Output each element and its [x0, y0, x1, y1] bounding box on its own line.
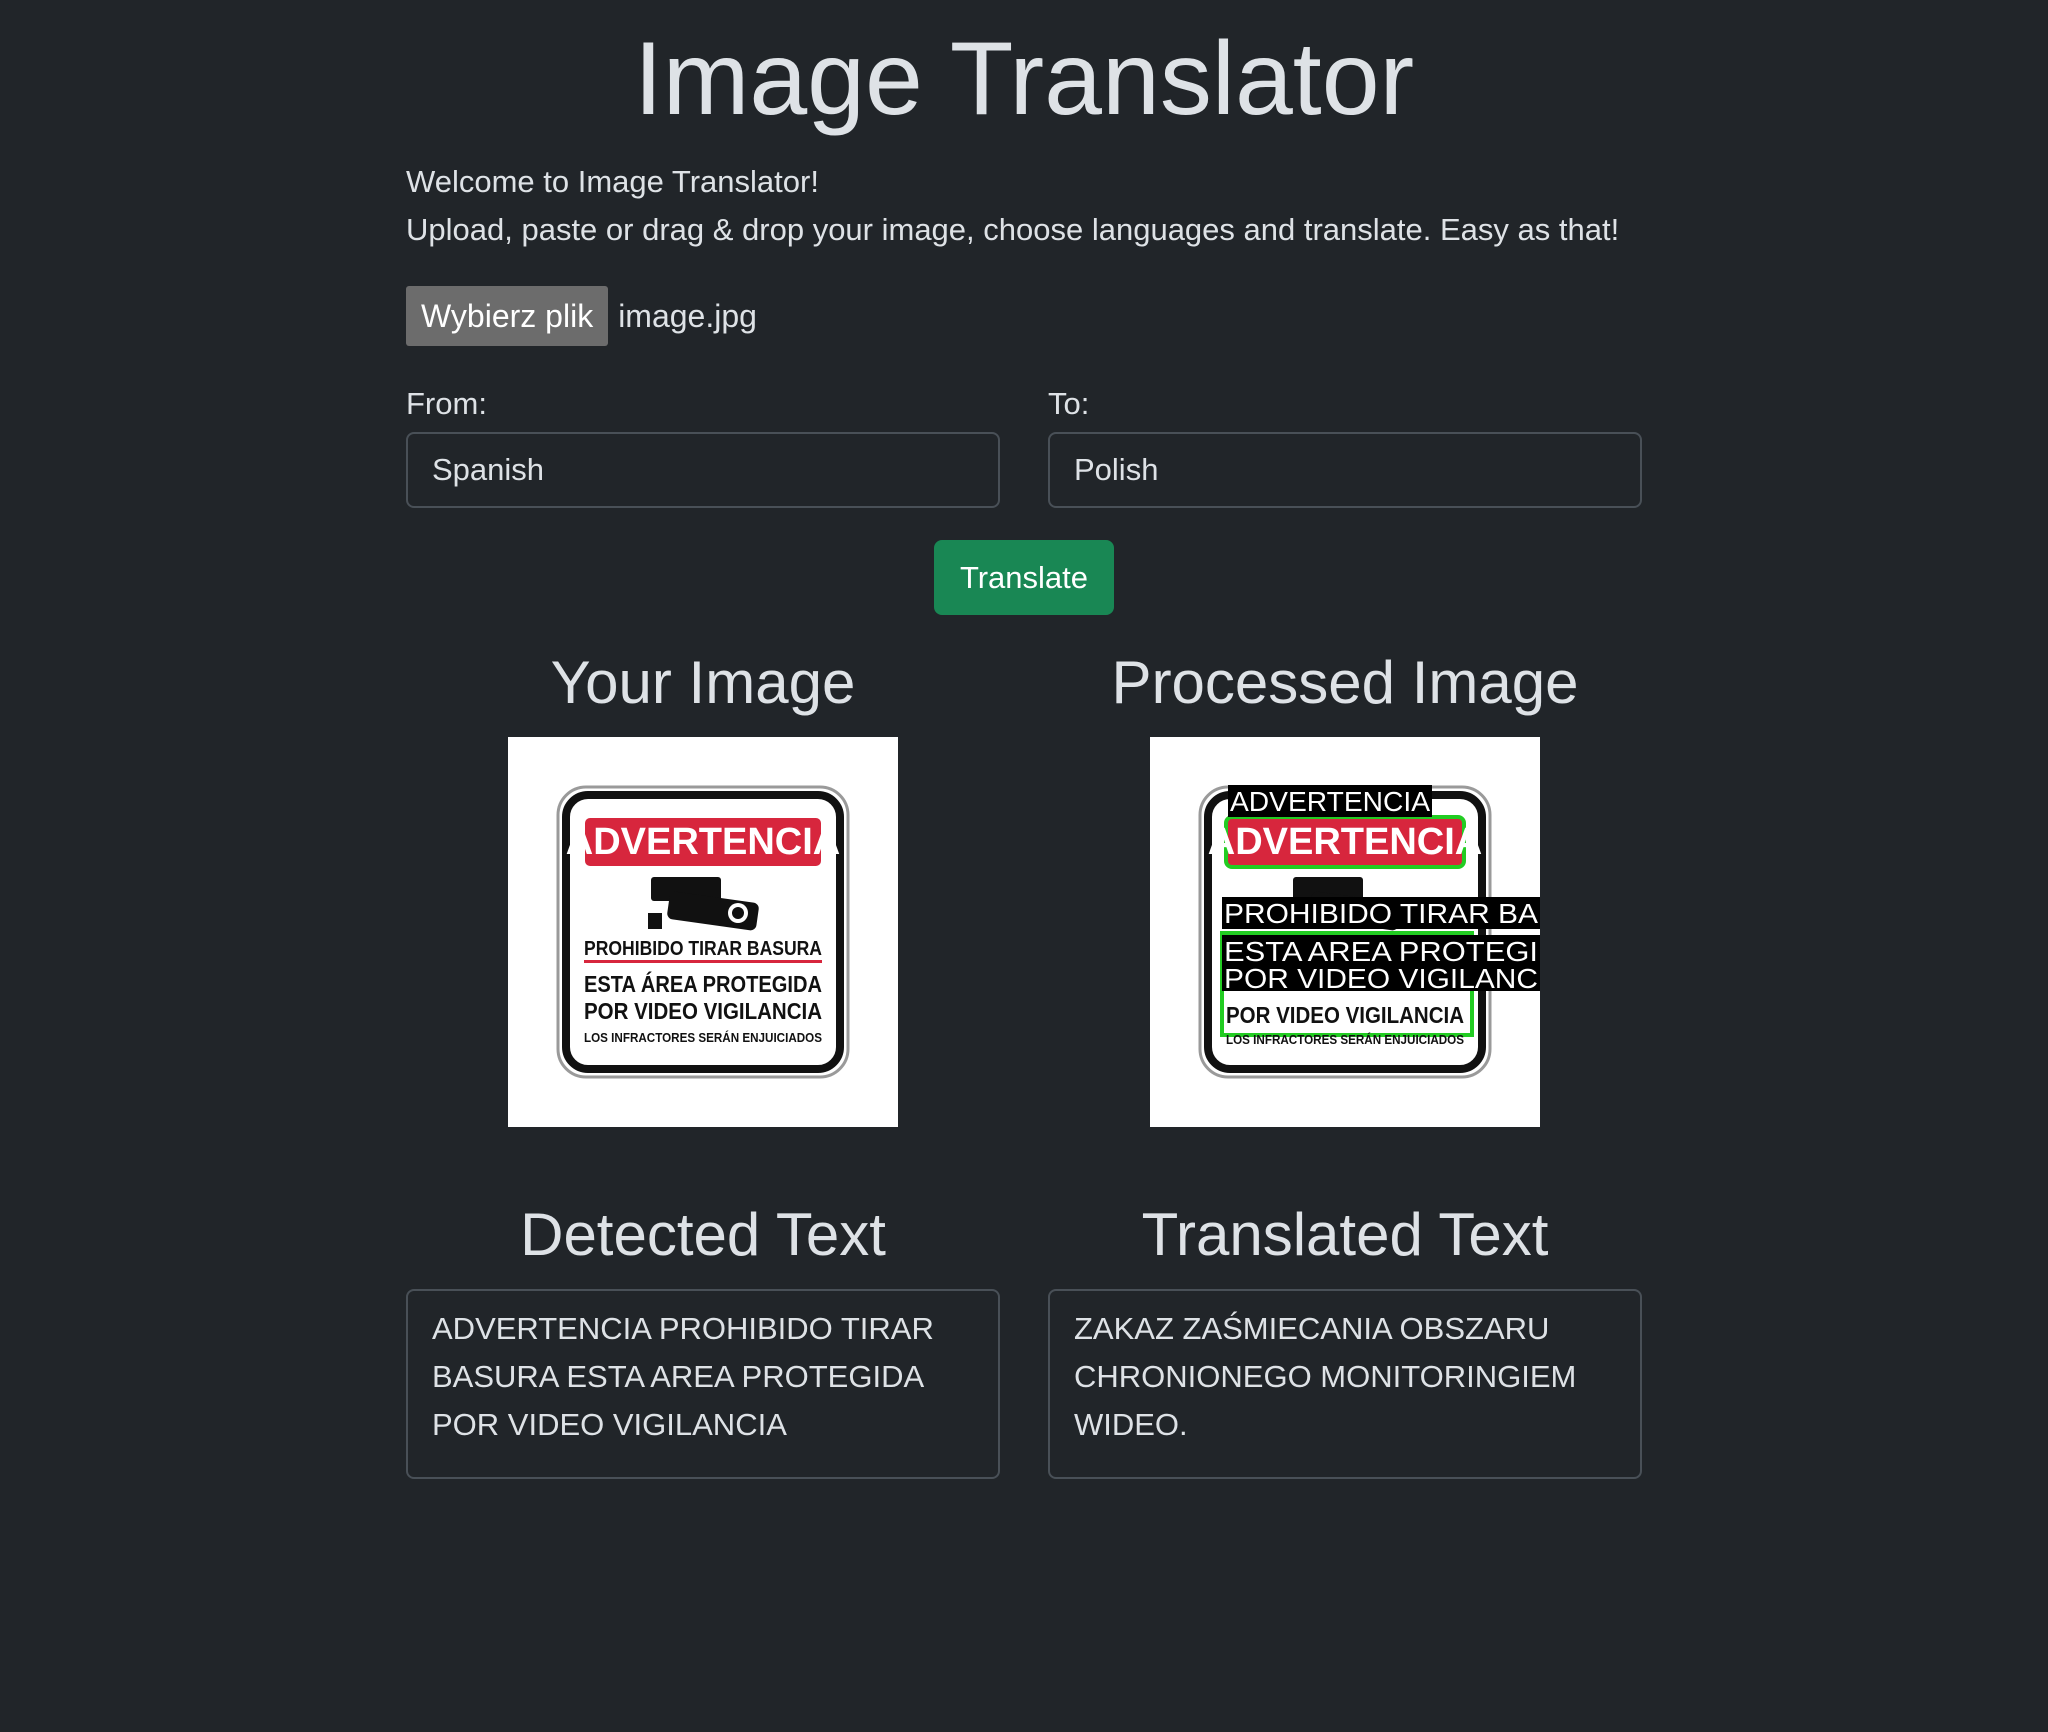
instructions-text: Upload, paste or drag & drop your image,… — [406, 212, 1620, 247]
detected-text-area[interactable]: ADVERTENCIA PROHIBIDO TIRAR BASURA ESTA … — [406, 1289, 1000, 1479]
sign-line-3: POR VIDEO VIGILANCIA — [584, 998, 822, 1024]
page-title: Image Translator — [633, 21, 1415, 137]
processed-sign-line-3: POR VIDEO VIGILANCIA — [1226, 1002, 1464, 1028]
sign-line-2: ESTA ÁREA PROTEGIDA — [584, 970, 822, 997]
translated-text-title: Translated Text — [1141, 1201, 1549, 1268]
to-language-group: To: Polish — [1048, 384, 1642, 508]
translate-button[interactable]: Translate — [933, 540, 1115, 615]
welcome-text: Welcome to Image Translator! — [406, 164, 819, 199]
from-language-value: Spanish — [432, 452, 545, 487]
image-panels: Your Image ADVERTENCIA PROHIBIDO TIRAR B… — [406, 651, 1642, 1127]
app-container: Image Translator Welcome to Image Transl… — [406, 0, 1642, 1479]
sign-image: ADVERTENCIA PROHIBIDO TIRAR BASURA ESTA … — [556, 785, 850, 1079]
processed-image: ADVERTENCIA POR VIDEO VIGILANCIA LOS INF… — [1150, 737, 1540, 1127]
translated-text-panel: Translated Text ZAKAZ ZAŚMIECANIA OBSZAR… — [1048, 1163, 1642, 1479]
detected-text-title: Detected Text — [520, 1201, 886, 1268]
processed-image-title: Processed Image — [1111, 649, 1579, 716]
processed-image-panel: Processed Image ADVERTENCIA POR VIDEO VI… — [1048, 651, 1642, 1127]
choose-file-button[interactable]: Wybierz plik — [406, 286, 609, 346]
intro: Welcome to Image Translator! Upload, pas… — [406, 158, 1642, 254]
to-label: To: — [1048, 386, 1090, 421]
overlay-text-4: POR VIDEO VIGILANC — [1224, 963, 1538, 994]
processed-sign-line-4: LOS INFRACTORES SERÁN ENJUICIADOS — [1226, 1032, 1464, 1047]
text-panels: Detected Text ADVERTENCIA PROHIBIDO TIRA… — [406, 1163, 1642, 1479]
sign-line-4: LOS INFRACTORES SERÁN ENJUICIADOS — [584, 1030, 822, 1045]
sign-header: ADVERTENCIA — [566, 821, 840, 863]
to-language-value: Polish — [1074, 452, 1159, 487]
translated-text-area[interactable]: ZAKAZ ZAŚMIECANIA OBSZARU CHRONIONEGO MO… — [1048, 1289, 1642, 1479]
language-row: From: Spanish To: Polish — [406, 384, 1642, 508]
original-image-title: Your Image — [550, 649, 856, 716]
to-language-select[interactable]: Polish — [1048, 432, 1642, 508]
processed-sign-image: ADVERTENCIA POR VIDEO VIGILANCIA LOS INF… — [1198, 785, 1540, 1079]
overlay-text-1: ADVERTENCIA — [1230, 786, 1430, 817]
original-image-panel: Your Image ADVERTENCIA PROHIBIDO TIRAR B… — [406, 651, 1000, 1127]
from-language-group: From: Spanish — [406, 384, 1000, 508]
original-image: ADVERTENCIA PROHIBIDO TIRAR BASURA ESTA … — [508, 737, 898, 1127]
processed-sign-header: ADVERTENCIA — [1208, 821, 1482, 863]
from-label: From: — [406, 386, 487, 421]
translate-wrap: Translate — [406, 540, 1642, 615]
detected-text-panel: Detected Text ADVERTENCIA PROHIBIDO TIRA… — [406, 1163, 1000, 1479]
overlay-text-2: PROHIBIDO TIRAR BA — [1224, 898, 1538, 929]
from-language-select[interactable]: Spanish — [406, 432, 1000, 508]
selected-file-name: image.jpg — [618, 297, 757, 334]
file-picker: Wybierz plik image.jpg — [406, 286, 1642, 346]
sign-line-1: PROHIBIDO TIRAR BASURA — [584, 938, 822, 960]
